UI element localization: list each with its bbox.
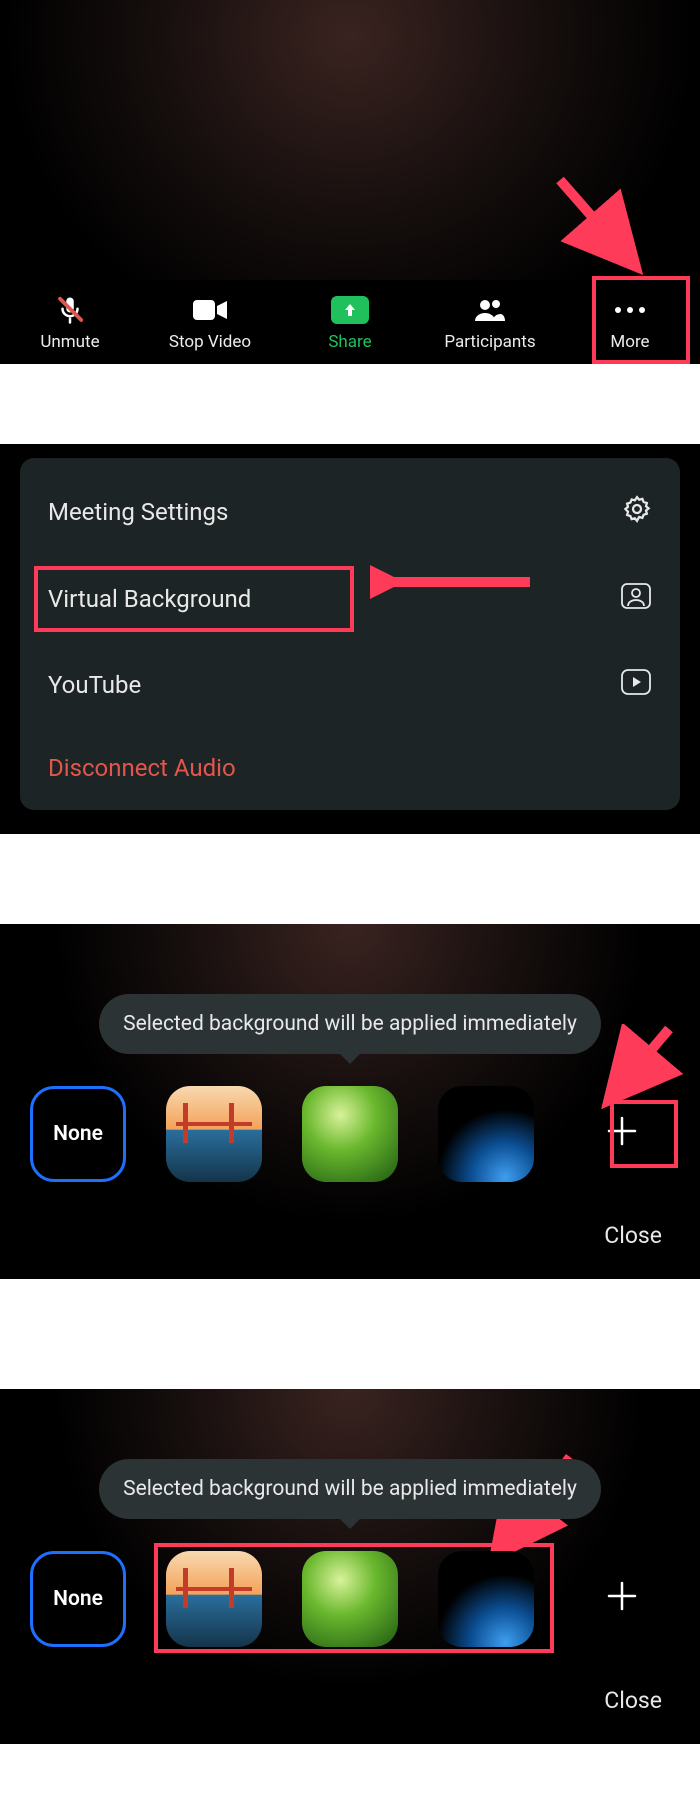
apply-tooltip: Selected background will be applied imme…: [99, 994, 601, 1054]
separator: [0, 364, 700, 444]
apply-tooltip-text: Selected background will be applied imme…: [123, 1012, 577, 1036]
stop-video-button[interactable]: Stop Video: [160, 294, 260, 352]
more-dots-icon: [613, 294, 647, 326]
meeting-settings-label: Meeting Settings: [48, 498, 228, 526]
bg-earth-tile[interactable]: [438, 1551, 534, 1647]
background-picker-panel-select: Selected background will be applied imme…: [0, 1389, 700, 1744]
meeting-settings-row[interactable]: Meeting Settings: [20, 468, 680, 556]
bg-bridge-tile[interactable]: [166, 1086, 262, 1182]
close-button[interactable]: Close: [14, 1184, 686, 1257]
close-button[interactable]: Close: [14, 1649, 686, 1722]
more-label: More: [610, 332, 649, 352]
apply-tooltip-text: Selected background will be applied imme…: [123, 1477, 577, 1501]
bg-bridge-tile[interactable]: [166, 1551, 262, 1647]
bg-none-tile[interactable]: None: [30, 1086, 126, 1182]
bg-grass-tile[interactable]: [302, 1551, 398, 1647]
disconnect-audio-row[interactable]: Disconnect Audio: [20, 728, 680, 800]
youtube-label: YouTube: [48, 671, 141, 699]
unmute-label: Unmute: [40, 332, 99, 352]
play-frame-icon: [620, 668, 652, 702]
meeting-toolbar: Unmute Stop Video Share Parti: [0, 280, 700, 364]
unmute-button[interactable]: Unmute: [20, 294, 120, 352]
bg-none-tile[interactable]: None: [30, 1551, 126, 1647]
mic-muted-icon: [55, 294, 85, 326]
separator: [0, 1279, 700, 1389]
bg-none-label: None: [53, 1587, 103, 1611]
participants-label: Participants: [444, 332, 535, 352]
bg-grass-tile[interactable]: [302, 1086, 398, 1182]
background-strip: None: [14, 1084, 686, 1184]
share-icon: [331, 294, 369, 326]
bg-add-button[interactable]: [574, 1551, 670, 1647]
participants-button[interactable]: Participants: [440, 294, 540, 352]
bg-none-label: None: [53, 1122, 103, 1146]
plus-icon: [605, 1575, 639, 1624]
virtual-background-row[interactable]: Virtual Background: [20, 556, 680, 642]
virtual-background-label: Virtual Background: [48, 585, 251, 613]
gear-icon: [622, 494, 652, 530]
youtube-row[interactable]: YouTube: [20, 642, 680, 728]
share-label: Share: [328, 332, 371, 352]
close-label: Close: [604, 1222, 662, 1249]
settings-list: Meeting Settings Virtual Background YouT: [20, 458, 680, 810]
background-strip: None: [14, 1549, 686, 1649]
stop-video-label: Stop Video: [169, 332, 251, 352]
apply-tooltip: Selected background will be applied imme…: [99, 1459, 601, 1519]
participants-icon: [473, 294, 507, 326]
share-button[interactable]: Share: [300, 294, 400, 352]
bg-earth-tile[interactable]: [438, 1086, 534, 1182]
video-icon: [193, 294, 227, 326]
background-picker-panel-add: Selected background will be applied imme…: [0, 924, 700, 1279]
person-frame-icon: [620, 582, 652, 616]
disconnect-audio-label: Disconnect Audio: [48, 754, 236, 782]
meeting-toolbar-panel: Unmute Stop Video Share Parti: [0, 0, 700, 364]
more-button[interactable]: More: [580, 294, 680, 352]
close-label: Close: [604, 1687, 662, 1714]
bg-add-button[interactable]: [574, 1086, 670, 1182]
plus-icon: [605, 1110, 639, 1159]
separator: [0, 834, 700, 924]
video-preview-area: [0, 0, 700, 280]
more-menu-panel: Meeting Settings Virtual Background YouT: [0, 444, 700, 834]
